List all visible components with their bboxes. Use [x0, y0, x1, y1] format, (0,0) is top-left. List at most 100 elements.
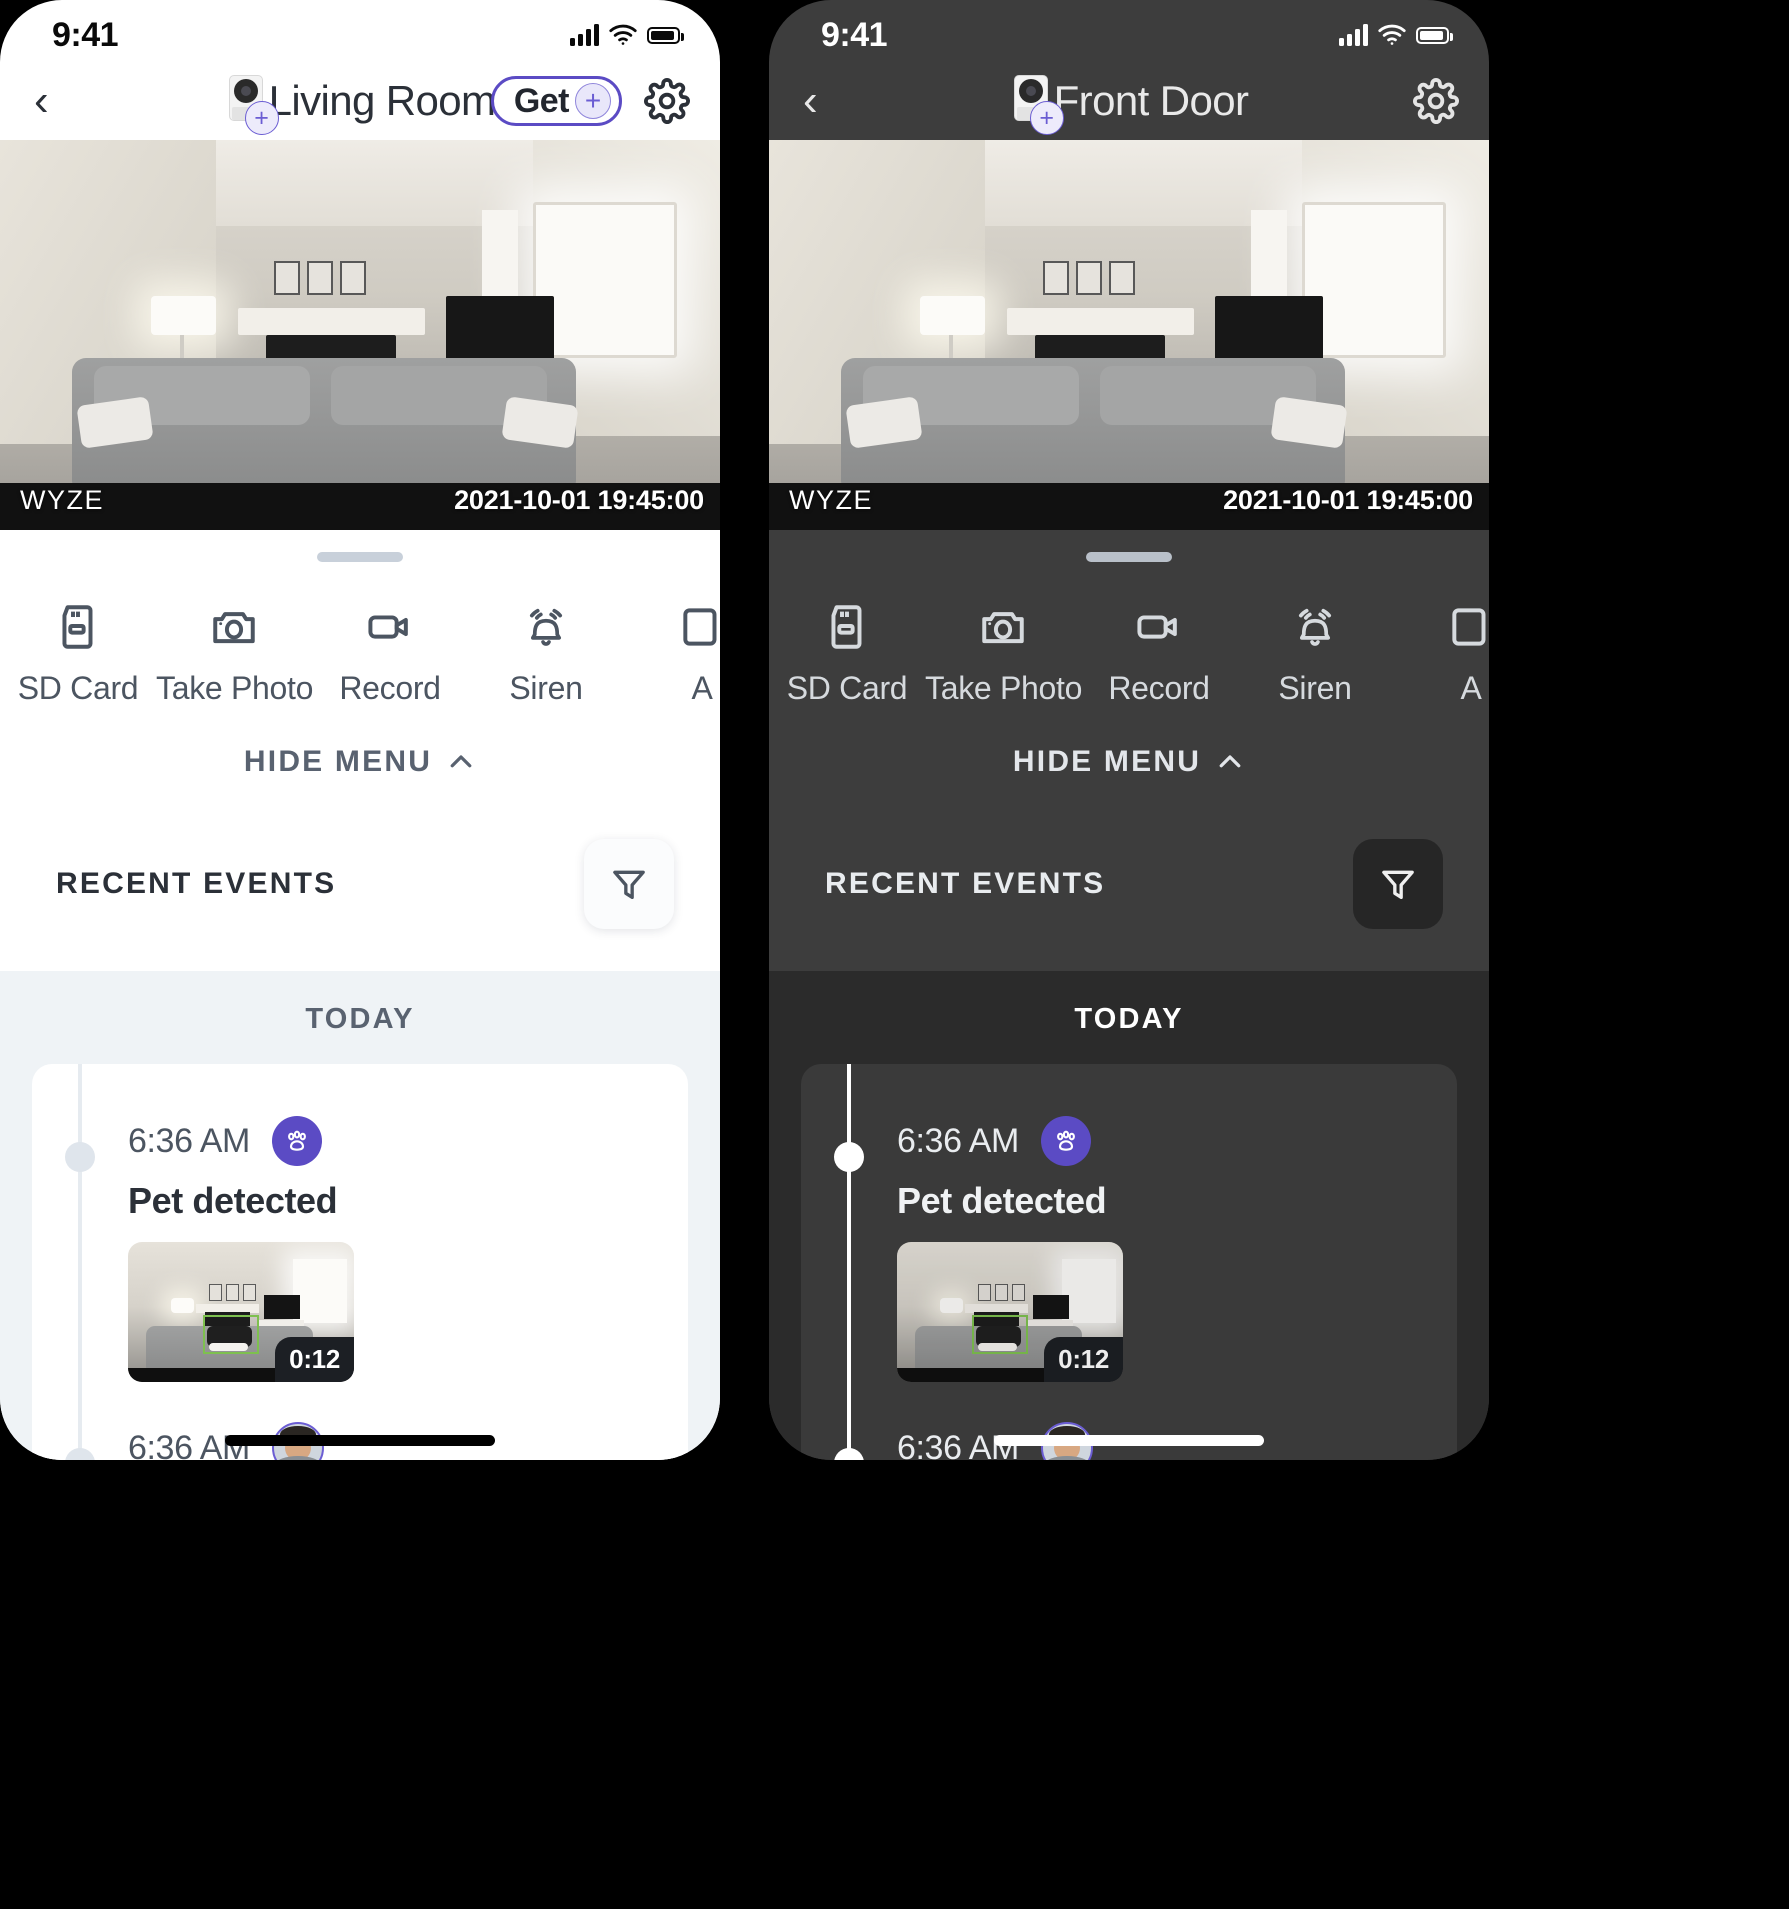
action-row: SD Card Take Photo Record Siren A: [769, 570, 1489, 707]
action-label: Take Photo: [156, 670, 314, 706]
control-sheet: SD Card Take Photo Record Siren A HIDE M…: [769, 530, 1489, 971]
action-more-partial[interactable]: A: [624, 598, 720, 707]
get-button-label: Get: [513, 81, 570, 120]
status-time: 9:41: [821, 15, 888, 54]
drag-handle-row[interactable]: [0, 530, 720, 570]
sd-card-icon: [0, 598, 156, 656]
nav-bar: ‹ + Living Room Get +: [0, 62, 720, 140]
chevron-up-icon: [1219, 755, 1241, 768]
page-title: Living Room: [268, 77, 496, 124]
event-thumbnail[interactable]: 0:12: [128, 1242, 354, 1382]
event-item-face[interactable]: 6:36 AM Unfamiliar face detected 0:12: [32, 1404, 688, 1460]
filter-button[interactable]: [1353, 839, 1443, 929]
wyze-watermark: WYZE: [789, 485, 873, 515]
status-bar: 9:41: [0, 0, 720, 62]
event-header: 6:36 AM: [128, 1116, 688, 1166]
action-label: SD Card: [786, 670, 908, 706]
camera-icon: [156, 598, 312, 656]
phone-dark-mode: 9:41 ‹ + Front Door WYZE 2021-10-01 19:4…: [769, 0, 1489, 1460]
event-time: 6:36 AM: [897, 1121, 1019, 1160]
hide-menu-button[interactable]: HIDE MENU: [769, 707, 1489, 821]
day-label: TODAY: [305, 1003, 415, 1035]
gear-icon[interactable]: [644, 78, 690, 124]
recent-events-title: RECENT EVENTS: [56, 867, 337, 900]
get-button[interactable]: Get +: [490, 76, 622, 126]
plus-circle-icon: +: [575, 83, 611, 119]
status-indicators: [1339, 24, 1453, 46]
nav-actions: Get +: [490, 76, 690, 126]
timeline-dot: [834, 1448, 864, 1460]
more-icon: [624, 598, 720, 656]
gear-icon[interactable]: [1413, 78, 1459, 124]
action-row: SD Card Take Photo Record Siren A: [0, 570, 720, 707]
signal-bars-icon: [1339, 24, 1368, 46]
action-record[interactable]: Record: [312, 598, 468, 707]
live-video-feed[interactable]: WYZE 2021-10-01 19:45:00: [769, 140, 1489, 530]
wifi-icon: [1378, 24, 1406, 45]
filter-button[interactable]: [584, 839, 674, 929]
drag-handle-row[interactable]: [769, 530, 1489, 570]
action-sd-card[interactable]: SD Card: [769, 598, 925, 707]
siren-bell-icon: [468, 598, 624, 656]
video-camera-icon: [1081, 598, 1237, 656]
wifi-icon: [609, 24, 637, 45]
event-item-pet[interactable]: 6:36 AM Pet detected 0:12: [32, 1098, 688, 1404]
event-item-face[interactable]: 6:36 AM Unfamiliar face detected 0:12: [801, 1404, 1457, 1460]
video-timestamp: 2021-10-01 19:45:00: [1223, 485, 1473, 515]
action-take-photo[interactable]: Take Photo: [925, 598, 1083, 707]
hide-menu-button[interactable]: HIDE MENU: [0, 707, 720, 821]
nav-bar: ‹ + Front Door: [769, 62, 1489, 140]
event-header: 6:36 AM: [897, 1116, 1457, 1166]
action-label: A: [1460, 670, 1482, 706]
action-label: Record: [1108, 670, 1210, 706]
action-siren[interactable]: Siren: [1237, 598, 1393, 707]
home-indicator: [225, 1435, 495, 1446]
back-button[interactable]: ‹: [34, 79, 74, 123]
event-thumbnail[interactable]: 0:12: [897, 1242, 1123, 1382]
chevron-up-icon: [450, 755, 472, 768]
drag-handle[interactable]: [317, 552, 403, 562]
recent-events-title: RECENT EVENTS: [825, 867, 1106, 900]
page-title: Front Door: [1053, 77, 1249, 124]
screenshot-stage: 9:41 ‹ + Living Room Get + WYZE 2021-10-…: [0, 0, 1789, 1909]
action-siren[interactable]: Siren: [468, 598, 624, 707]
hide-menu-label: HIDE MENU: [1012, 745, 1202, 778]
action-label: Take Photo: [925, 670, 1083, 706]
nav-title-group: + Front Door: [769, 62, 1489, 140]
action-more-partial[interactable]: A: [1393, 598, 1489, 707]
camera-device-icon: +: [1010, 75, 1064, 135]
battery-icon: [1416, 26, 1453, 44]
events-list: TODAY 6:36 AM Pet detected 0:12 6:36 AM: [0, 971, 720, 1460]
events-card: 6:36 AM Pet detected 0:12 6:36 AM: [32, 1064, 688, 1460]
hide-menu-label: HIDE MENU: [243, 745, 433, 778]
action-label: Record: [339, 670, 441, 706]
timeline-dot: [834, 1142, 864, 1172]
back-button[interactable]: ‹: [803, 79, 843, 123]
timeline-dot: [65, 1448, 95, 1460]
camera-device-icon: +: [225, 75, 279, 135]
action-record[interactable]: Record: [1081, 598, 1237, 707]
recent-events-header: RECENT EVENTS: [0, 821, 720, 971]
event-item-pet[interactable]: 6:36 AM Pet detected 0:12: [801, 1098, 1457, 1404]
home-indicator: [994, 1435, 1264, 1446]
signal-bars-icon: [570, 24, 599, 46]
wyze-watermark: WYZE: [20, 485, 104, 515]
action-label: A: [691, 670, 713, 706]
video-camera-icon: [312, 598, 468, 656]
action-take-photo[interactable]: Take Photo: [156, 598, 314, 707]
drag-handle[interactable]: [1086, 552, 1172, 562]
action-label: SD Card: [17, 670, 139, 706]
filter-funnel-icon: [613, 870, 645, 899]
video-timestamp: 2021-10-01 19:45:00: [454, 485, 704, 515]
day-label: TODAY: [1074, 1003, 1184, 1035]
live-video-feed[interactable]: WYZE 2021-10-01 19:45:00: [0, 140, 720, 530]
plus-circle-icon: +: [1029, 101, 1064, 135]
events-card: 6:36 AM Pet detected 0:12 6:36 AM: [801, 1064, 1457, 1460]
battery-icon: [647, 26, 684, 44]
more-icon: [1393, 598, 1489, 656]
paw-print-icon: [1040, 1116, 1091, 1166]
status-indicators: [570, 24, 684, 46]
action-sd-card[interactable]: SD Card: [0, 598, 156, 707]
status-bar: 9:41: [769, 0, 1489, 62]
recent-events-header: RECENT EVENTS: [769, 821, 1489, 971]
